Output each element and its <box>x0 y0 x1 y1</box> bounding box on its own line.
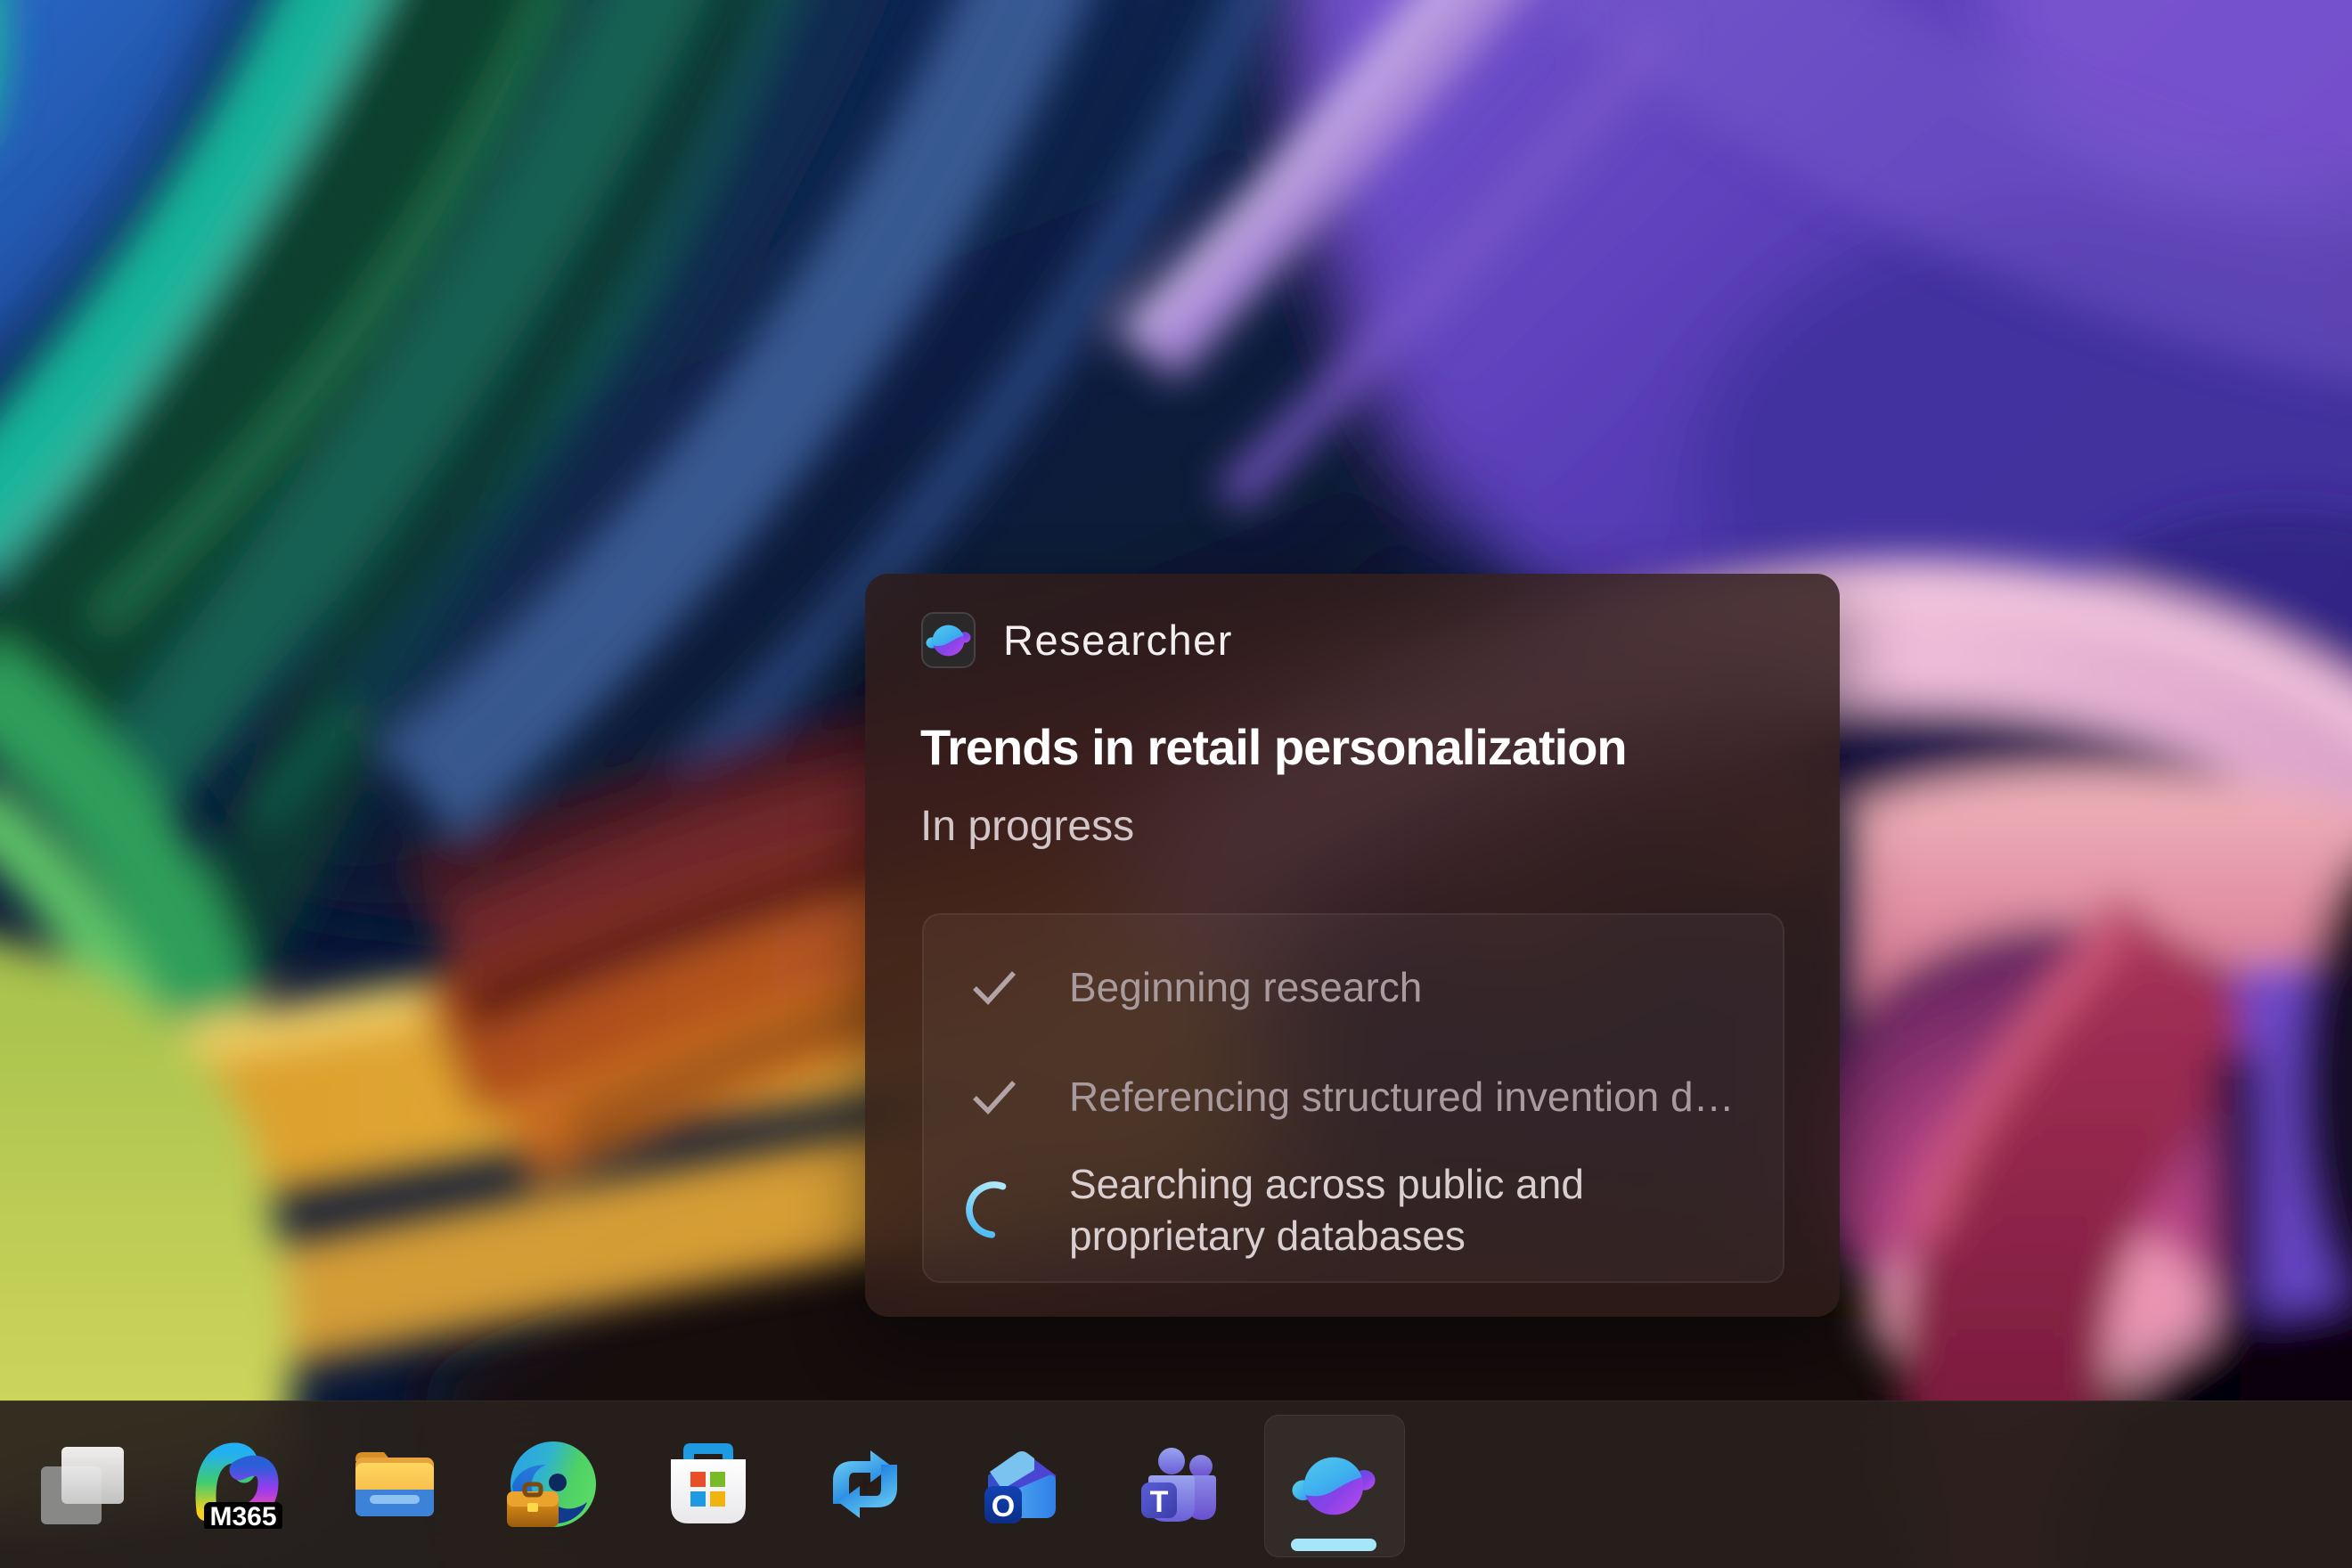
svg-text:T: T <box>1150 1485 1169 1519</box>
svg-text:M365: M365 <box>209 1502 276 1529</box>
svg-text:O: O <box>992 1490 1015 1523</box>
